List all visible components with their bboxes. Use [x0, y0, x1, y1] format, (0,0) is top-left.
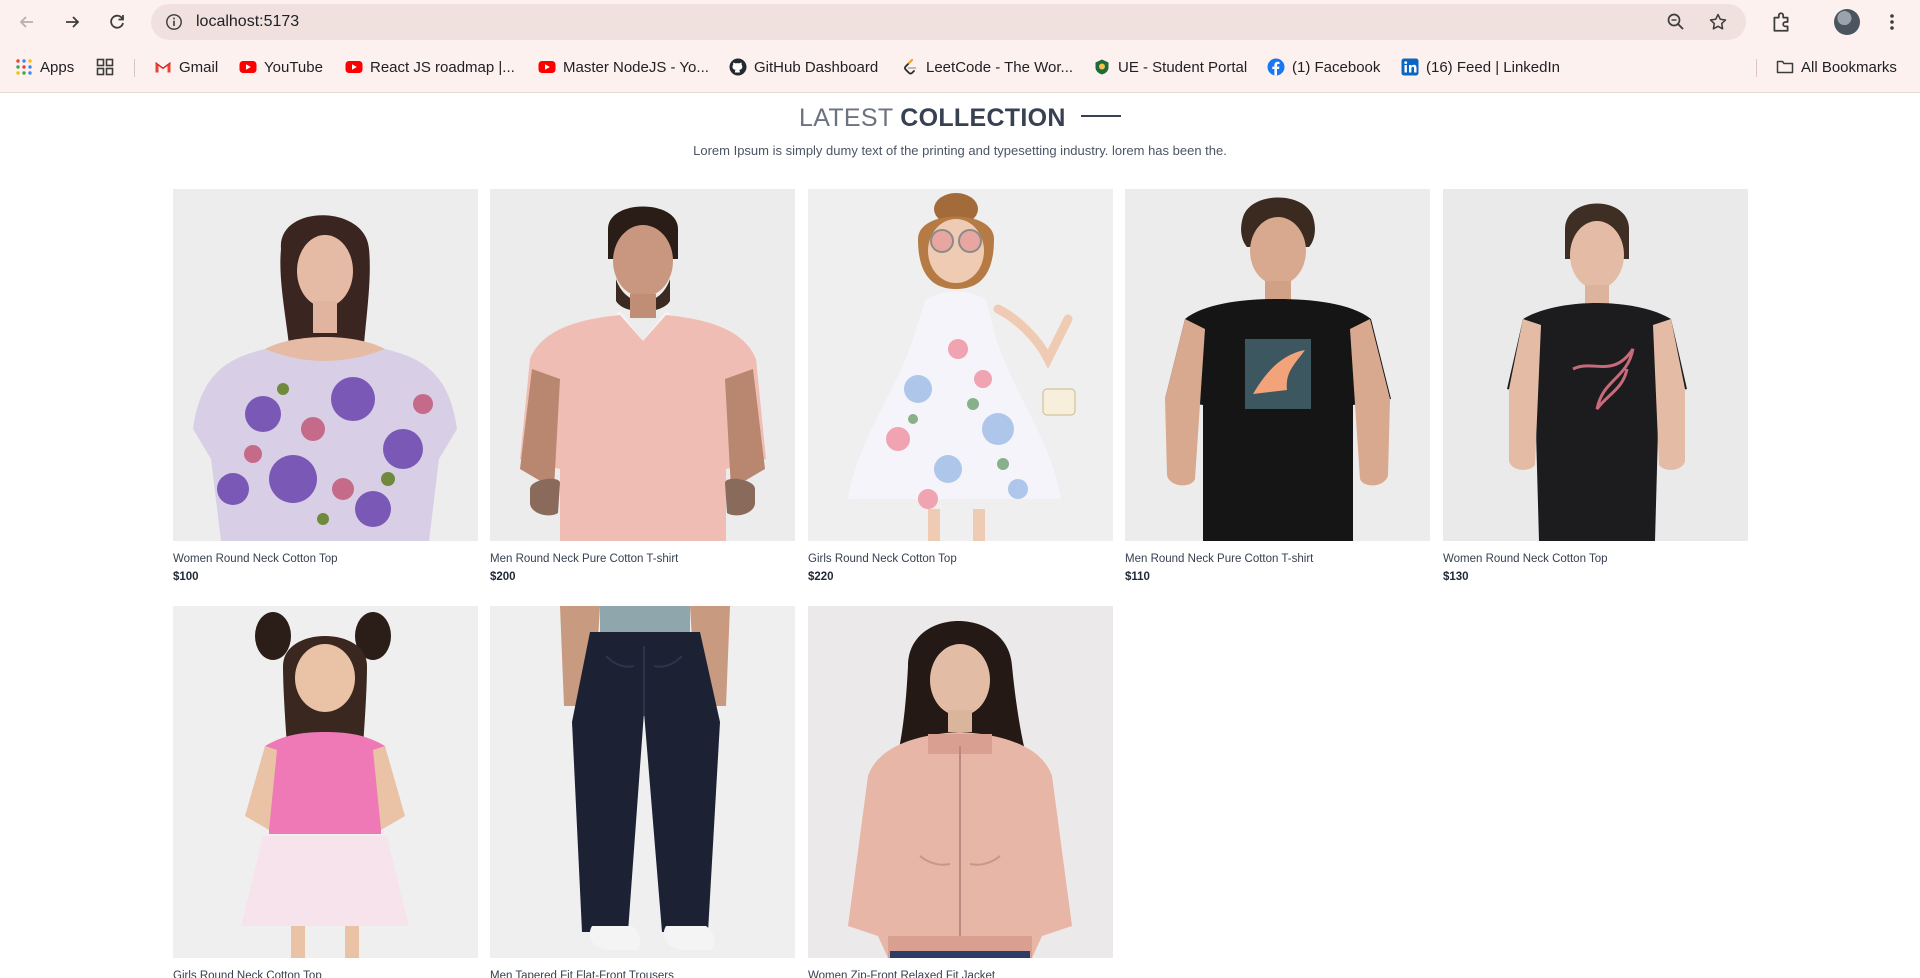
- reload-button[interactable]: [103, 8, 131, 36]
- tab-grid-icon: [96, 58, 114, 76]
- browser-chrome: localhost:5173 Apps Gmail YouTube React …: [0, 0, 1920, 93]
- product-name[interactable]: Girls Round Neck Cotton Top: [808, 553, 1113, 565]
- bookmarks-divider: [1756, 59, 1757, 77]
- all-bookmarks-button[interactable]: All Bookmarks: [1776, 50, 1897, 84]
- gmail-icon: [154, 58, 172, 76]
- product-name[interactable]: Women Round Neck Cotton Top: [173, 553, 478, 565]
- product-name[interactable]: Girls Round Neck Cotton Top: [173, 970, 478, 978]
- bookmark-label: LeetCode - The Wor...: [926, 58, 1074, 76]
- product-image[interactable]: [173, 189, 478, 541]
- bookmark-label: Master NodeJS - Yo...: [563, 58, 709, 76]
- reload-icon: [110, 14, 124, 29]
- bookmark-star-icon[interactable]: [1706, 10, 1730, 34]
- product-image[interactable]: [1443, 189, 1748, 541]
- product-name[interactable]: Men Round Neck Pure Cotton T-shirt: [1125, 553, 1430, 565]
- product-card[interactable]: Women Round Neck Cotton Top $130: [1443, 189, 1748, 583]
- product-name[interactable]: Men Round Neck Pure Cotton T-shirt: [490, 553, 795, 565]
- apps-grid-icon: [15, 58, 33, 76]
- product-image[interactable]: [808, 189, 1113, 541]
- youtube-icon: [345, 58, 363, 76]
- product-image[interactable]: [173, 606, 478, 958]
- title-rule: [1080, 115, 1121, 118]
- product-price: $100: [173, 571, 199, 583]
- bookmark-gmail[interactable]: Gmail: [154, 50, 218, 84]
- bookmark-label: Gmail: [179, 58, 219, 76]
- product-card[interactable]: Men Round Neck Pure Cotton T-shirt $110: [1125, 189, 1430, 583]
- bookmarks-divider: [134, 59, 135, 77]
- arrow-left-icon: [19, 16, 33, 28]
- product-price: $110: [1125, 571, 1150, 583]
- bookmark-label: (1) Facebook: [1292, 58, 1381, 76]
- product-card[interactable]: Women Round Neck Cotton Top $100: [173, 189, 478, 583]
- bookmark-youtube[interactable]: YouTube: [239, 50, 323, 84]
- bookmark-label: Apps: [40, 58, 75, 76]
- bookmark-github[interactable]: GitHub Dashboard: [729, 50, 878, 84]
- address-bar[interactable]: localhost:5173: [151, 4, 1746, 40]
- section-subtitle: Lorem Ipsum is simply dumy text of the p…: [693, 143, 1227, 158]
- browser-toolbar: localhost:5173: [0, 0, 1920, 44]
- tab-groups-button[interactable]: [96, 50, 114, 84]
- bookmark-facebook[interactable]: (1) Facebook: [1267, 50, 1380, 84]
- youtube-icon: [239, 58, 257, 76]
- bookmark-label: (16) Feed | LinkedIn: [1426, 58, 1560, 76]
- zoom-icon[interactable]: [1664, 10, 1688, 34]
- forward-button[interactable]: [58, 8, 86, 36]
- bookmark-label: YouTube: [264, 58, 323, 76]
- product-name[interactable]: Women Round Neck Cotton Top: [1443, 553, 1748, 565]
- menu-kebab-icon[interactable]: [1878, 8, 1906, 36]
- all-bookmarks-label: All Bookmarks: [1801, 58, 1897, 76]
- product-image[interactable]: [808, 606, 1113, 958]
- bookmark-master-nodejs[interactable]: Master NodeJS - Yo...: [538, 50, 709, 84]
- section-title: LATEST COLLECTION: [0, 102, 1920, 134]
- product-card[interactable]: Girls Round Neck Cotton Top $220: [808, 189, 1113, 583]
- product-name[interactable]: Women Zip-Front Relaxed Fit Jacket: [808, 970, 1113, 978]
- extensions-icon[interactable]: [1767, 8, 1795, 36]
- bookmarks-bar: Apps Gmail YouTube React JS roadmap |...: [0, 50, 1920, 84]
- linkedin-icon: [1401, 58, 1419, 76]
- product-card[interactable]: Men Round Neck Pure Cotton T-shirt $200: [490, 189, 795, 583]
- bookmark-leetcode[interactable]: LeetCode - The Wor...: [901, 50, 1073, 84]
- product-price: $200: [490, 571, 516, 583]
- bookmark-react-roadmap[interactable]: React JS roadmap |...: [345, 50, 515, 84]
- bookmark-ue-portal[interactable]: UE - Student Portal: [1093, 50, 1247, 84]
- folder-icon: [1776, 58, 1794, 76]
- product-image[interactable]: [490, 606, 795, 958]
- profile-avatar[interactable]: [1833, 8, 1861, 36]
- bookmark-apps[interactable]: Apps: [15, 50, 74, 84]
- bookmark-label: GitHub Dashboard: [754, 58, 879, 76]
- product-card[interactable]: Women Zip-Front Relaxed Fit Jacket: [808, 606, 1113, 978]
- product-card[interactable]: Girls Round Neck Cotton Top: [173, 606, 478, 978]
- facebook-icon: [1267, 58, 1285, 76]
- site-info-icon[interactable]: [163, 11, 185, 33]
- title-light: LATEST: [799, 104, 893, 132]
- product-card[interactable]: Men Tapered Fit Flat-Front Trousers: [490, 606, 795, 978]
- youtube-icon: [538, 58, 556, 76]
- product-image[interactable]: [490, 189, 795, 541]
- arrow-right-icon: [66, 16, 80, 28]
- bookmark-linkedin[interactable]: (16) Feed | LinkedIn: [1401, 50, 1560, 84]
- product-price: $130: [1443, 571, 1469, 583]
- back-button[interactable]: [13, 8, 41, 36]
- product-name[interactable]: Men Tapered Fit Flat-Front Trousers: [490, 970, 795, 978]
- github-icon: [729, 58, 747, 76]
- product-image[interactable]: [1125, 189, 1430, 541]
- bookmark-label: React JS roadmap |...: [370, 58, 515, 76]
- ue-portal-icon: [1093, 58, 1111, 76]
- title-bold: COLLECTION: [900, 104, 1066, 132]
- url-text[interactable]: localhost:5173: [196, 4, 299, 40]
- bookmark-label: UE - Student Portal: [1118, 58, 1248, 76]
- product-price: $220: [808, 571, 834, 583]
- leetcode-icon: [901, 58, 919, 76]
